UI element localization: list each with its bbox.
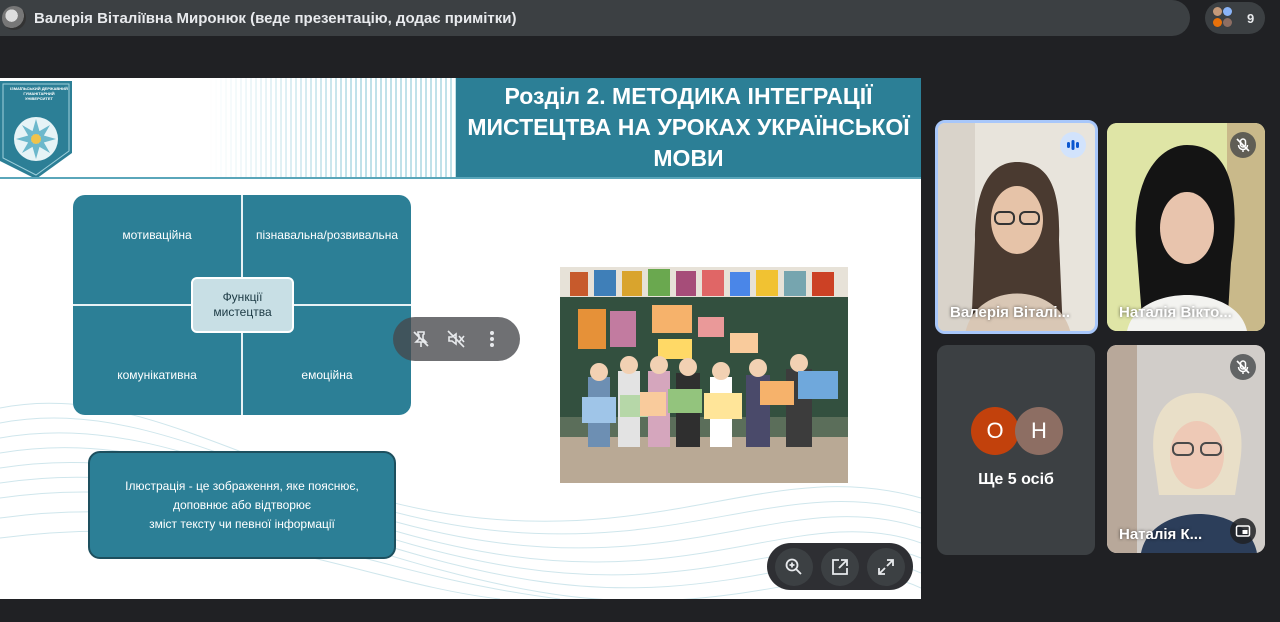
zoom-in-button[interactable]: [775, 547, 813, 586]
participant-name: Наталія Вікто...: [1119, 304, 1232, 321]
presentation-slide: ІЗМАЇЛЬСЬКИЙ ДЕРЖАВНИЙ ГУМАНІТАРНИЙ УНІВ…: [0, 78, 921, 599]
function-cognitive: пізнавальна/розвивальна: [255, 228, 399, 242]
slide-title-box: Розділ 2. МЕТОДИКА ІНТЕГРАЦІЇ МИСТЕЦТВА …: [456, 78, 921, 177]
participant-tile-natalia-v[interactable]: Наталія Вікто...: [1107, 123, 1265, 331]
function-motivational: мотиваційна: [122, 228, 192, 242]
illustration-definition: Ілюстрація - це зображення, яке пояснює,…: [88, 451, 396, 559]
presenter-title: Валерія Віталіївна Миронюк (веде презент…: [34, 9, 517, 27]
participant-avatars-icon: [1211, 6, 1235, 30]
participant-count: 9: [1247, 10, 1255, 26]
more-vert-icon[interactable]: [480, 327, 504, 351]
presentation-header-bar: Валерія Віталіївна Миронюк (веде презент…: [0, 0, 1190, 36]
slide-title: Розділ 2. МЕТОДИКА ІНТЕГРАЦІЇ МИСТЕЦТВА …: [467, 83, 910, 171]
functions-center-label: Функції мистецтва: [191, 277, 294, 333]
mute-icon[interactable]: [444, 327, 468, 351]
title-divider: [0, 177, 921, 179]
mic-off-icon: [1230, 132, 1256, 158]
more-participants-label: Ще 5 осіб: [978, 471, 1054, 488]
children-drawings-photo: [560, 267, 848, 483]
fullscreen-button[interactable]: [867, 547, 905, 586]
mic-off-icon: [1230, 354, 1256, 380]
zoom-in-icon: [785, 558, 802, 575]
function-emotional: емоційна: [301, 368, 353, 382]
presentation-zoom-controls: [767, 543, 913, 590]
slide-stripes-decoration: [210, 78, 456, 178]
participant-name: Наталія К...: [1119, 526, 1203, 543]
function-communicative: комунікативна: [117, 368, 197, 382]
participants-button[interactable]: 9: [1205, 2, 1265, 34]
avatar-n: Н: [1015, 407, 1063, 455]
logo-caption: ІЗМАЇЛЬСЬКИЙ ДЕРЖАВНИЙ ГУМАНІТАРНИЙ УНІВ…: [10, 86, 68, 101]
presenter-avatar: [2, 6, 26, 30]
picture-in-picture-icon[interactable]: [1230, 518, 1256, 544]
participant-name: Валерія Віталі...: [950, 304, 1070, 321]
open-in-new-window-button[interactable]: [821, 547, 859, 586]
participant-tile-natalia-k[interactable]: Наталія К...: [1107, 345, 1265, 553]
functions-diagram: мотиваційна пізнавальна/розвивальна кому…: [73, 195, 411, 415]
slide-overlay-controls: [393, 317, 520, 361]
unpin-icon[interactable]: [409, 327, 433, 351]
open-external-icon: [832, 558, 848, 575]
participant-tile-more[interactable]: О Н Ще 5 осіб: [937, 345, 1095, 555]
participant-tile-valeria[interactable]: Валерія Віталі...: [935, 120, 1098, 334]
speaking-indicator-icon: [1060, 132, 1086, 158]
fullscreen-icon: [878, 558, 894, 575]
avatar-o: О: [971, 407, 1019, 455]
